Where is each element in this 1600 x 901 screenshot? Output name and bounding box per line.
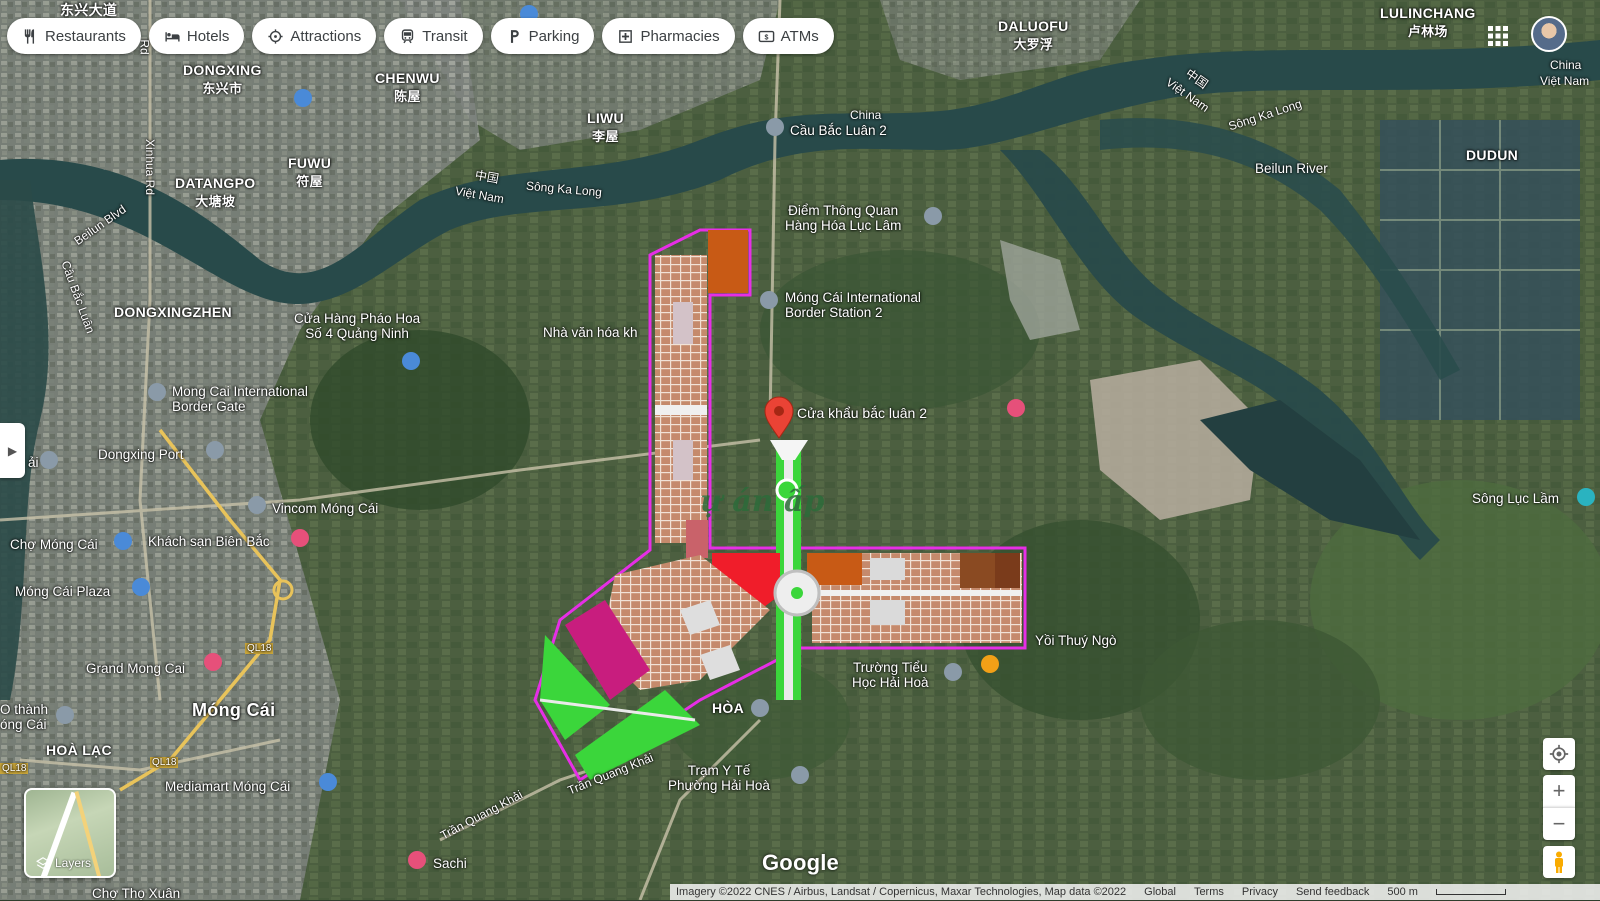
label-ql18-c: QL18 [0,763,29,774]
minus-icon: − [1552,811,1566,836]
send-feedback-link[interactable]: Send feedback [1296,886,1369,898]
train-icon [402,28,414,43]
label-chenwu: CHENWU 陈屋 [375,70,440,104]
layers-label: Layers [55,856,92,870]
label-dongxing: DONGXING 东兴市 [183,62,262,96]
filter-transit-chip[interactable]: Transit [384,18,483,54]
google-logo: Google [762,850,839,875]
svg-text:$: $ [764,33,768,41]
label-dongxing-port[interactable]: Dongxing Port [98,447,184,462]
filter-attractions-chip[interactable]: Attractions [252,18,377,54]
label-diem-thong-quan[interactable]: Điểm Thông Quan Hàng Hóa Lục Lâm [785,203,901,233]
filter-hotels-chip[interactable]: Hotels [148,18,245,54]
label-grand-mong-cai[interactable]: Grand Mong Cai [86,661,185,676]
label-beilun-river: Beilun River [1255,161,1328,176]
label-mong-cai-plaza[interactable]: Móng Cái Plaza [15,584,110,599]
label-ql18-b: QL18 [150,757,179,768]
label-vincom[interactable]: Vincom Móng Cái [272,501,378,516]
label-dongxing-road: 东兴大道 [60,2,118,18]
bed-icon [165,31,180,41]
label-dudun: DUDUN [1466,147,1519,163]
category-filter-bar: Restaurants Hotels Attractions Transit P… [7,18,834,54]
imagery-attribution: Imagery ©2022 CNES / Airbus, Landsat / C… [676,886,1127,898]
layers-button[interactable]: Layers [24,788,116,878]
label-song-luc-lam: Sông Lục Lầm [1472,491,1560,506]
plus-icon: + [1552,778,1566,803]
account-avatar[interactable] [1531,16,1567,52]
label-cau-bac-luan-2[interactable]: Cầu Bắc Luân 2 [790,123,887,138]
label-liwu: LIWU 李屋 [587,110,624,144]
side-panel-toggle[interactable]: ▶ [0,423,25,478]
crosshair-icon [1549,744,1569,764]
filter-pharmacies-chip[interactable]: Pharmacies [602,18,735,54]
street-view-pegman[interactable] [1543,846,1575,878]
label-border-gate[interactable]: Mong Cai International Border Gate [172,384,308,414]
label-china-west: China [850,108,882,122]
label-dongxingzhen: DONGXINGZHEN [114,304,232,320]
filter-restaurants-chip[interactable]: Restaurants [7,18,141,54]
label-mong-cai: Móng Cái [192,700,276,720]
label-fuwu: FUWU 符屋 [288,155,332,189]
label-mediamart[interactable]: Mediamart Móng Cái [165,779,290,794]
label-china-ne: China [1550,58,1582,72]
privacy-link[interactable]: Privacy [1242,886,1278,898]
label-cho-tho-xuan[interactable]: Chợ Thọ Xuân [92,886,180,901]
parking-icon [510,29,519,43]
label-sachi[interactable]: Sachi [433,856,467,871]
atm-icon: $ [758,30,774,42]
scale-bar [1435,889,1506,895]
zoom-in-button[interactable]: + [1543,775,1575,807]
label-datangpo: DATANGPO 大塘坡 [175,175,256,209]
label-truong-tieu-hoc[interactable]: Trường Tiểu Học Hải Hoà [852,660,929,690]
overlay-watermark-text: ự án ấp [700,484,825,519]
chevron-right-icon: ▶ [7,443,18,458]
label-ql18-a: QL18 [245,643,274,654]
label-o-thanh[interactable]: O thành óng Cái [0,702,48,732]
apps-grid-icon[interactable] [1487,25,1509,47]
pharmacy-icon [619,29,633,43]
label-cua-hang-phao-hoa[interactable]: Cửa Hàng Pháo Hoa Số 4 Quảng Ninh [294,311,420,341]
terms-link[interactable]: Terms [1194,886,1224,898]
orange-block-north [708,230,748,293]
label-hoa: HÒA [712,700,745,716]
label-tram-y-te[interactable]: Trạm Y Tế Phường Hải Hoà [668,763,770,793]
zoom-out-button[interactable]: − [1543,807,1575,840]
attraction-icon [268,28,283,44]
label-viet-nam-ne: Việt Nam [1540,74,1590,88]
filter-atms-chip[interactable]: $ ATMs [742,18,834,54]
label-yoi-thuy-ngo[interactable]: Yồi Thuý Ngò [1035,633,1117,648]
fork-knife-icon [24,28,35,44]
label-daluofu: DALUOFU 大罗浮 [998,18,1069,52]
global-link[interactable]: Global [1144,886,1176,898]
label-nha-van-hoa[interactable]: Nhà văn hóa kh [543,325,638,340]
label-xinhua-rd: Xinhua Rd [143,138,158,196]
filter-parking-chip[interactable]: Parking [490,18,595,54]
label-ai: ải [28,455,39,470]
scale-label[interactable]: 500 m [1387,886,1418,898]
selected-pin-label[interactable]: Cửa khẩu bắc luân 2 [797,405,927,421]
label-hoa-lac: HOÀ LẠC [46,742,112,758]
pegman-icon [1555,851,1563,873]
my-location-button[interactable] [1543,738,1575,770]
map-footer: Imagery ©2022 CNES / Airbus, Landsat / C… [670,884,1600,900]
label-khach-san-bien-bac[interactable]: Khách sạn Biên Bắc [148,534,270,549]
layers-icon [36,857,50,869]
label-lulinchang: LULINCHANG 卢林场 [1380,5,1476,39]
label-border-station-2[interactable]: Móng Cái International Border Station 2 [785,290,921,320]
label-cho-mong-cai[interactable]: Chợ Móng Cái [10,537,98,552]
